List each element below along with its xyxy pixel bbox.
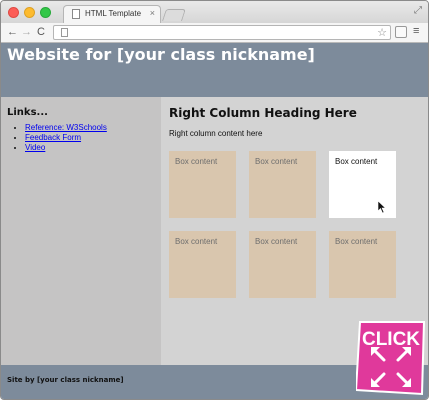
click-badge-text: CLICK	[362, 329, 420, 350]
tab-bar: HTML Template × ⤢	[1, 1, 428, 23]
right-column-content: Right column content here	[169, 129, 263, 138]
extension-icon[interactable]	[395, 26, 407, 38]
content-box[interactable]: Box content	[169, 231, 236, 298]
maximize-window-button[interactable]	[40, 7, 51, 18]
tab-title: HTML Template	[85, 9, 142, 18]
links-list: Reference: W3Schools Feedback Form Video	[25, 123, 107, 153]
menu-icon[interactable]: ≡	[413, 25, 419, 37]
page-icon	[61, 28, 68, 37]
reload-icon[interactable]: C	[37, 26, 45, 38]
page-title: Website for [your class nickname]	[7, 45, 315, 64]
content-box[interactable]: Box content	[249, 151, 316, 218]
back-arrow-icon[interactable]: ←	[7, 26, 18, 38]
footer-text: Site by [your class nickname]	[7, 376, 124, 384]
bookmark-star-icon[interactable]: ☆	[377, 26, 387, 39]
content-box[interactable]: Box content	[169, 151, 236, 218]
list-item: Feedback Form	[25, 133, 107, 142]
list-item: Reference: W3Schools	[25, 123, 107, 132]
content-box[interactable]: Box content	[249, 231, 316, 298]
click-badge[interactable]: CLICK	[356, 320, 426, 396]
list-item: Video	[25, 143, 107, 152]
new-tab-button[interactable]	[162, 9, 186, 21]
site-header: Website for [your class nickname]	[1, 43, 428, 97]
content-box[interactable]: Box content	[329, 231, 396, 298]
fullscreen-icon[interactable]: ⤢	[414, 5, 422, 16]
link-video[interactable]: Video	[25, 143, 45, 152]
links-heading: Links...	[7, 107, 48, 118]
close-window-button[interactable]	[8, 7, 19, 18]
link-w3schools[interactable]: Reference: W3Schools	[25, 123, 107, 132]
link-feedback-form[interactable]: Feedback Form	[25, 133, 81, 142]
forward-arrow-icon[interactable]: →	[21, 26, 32, 38]
right-column-heading: Right Column Heading Here	[169, 106, 357, 120]
address-bar[interactable]: ☆	[53, 25, 391, 40]
tab-close-icon[interactable]: ×	[150, 8, 155, 18]
browser-toolbar: ← → C ☆ ≡	[1, 23, 428, 43]
tab-html-template[interactable]: HTML Template ×	[63, 5, 161, 23]
left-column: Links... Reference: W3Schools Feedback F…	[1, 97, 161, 365]
mouse-cursor-icon	[378, 201, 386, 213]
minimize-window-button[interactable]	[24, 7, 35, 18]
page-icon	[72, 9, 80, 19]
